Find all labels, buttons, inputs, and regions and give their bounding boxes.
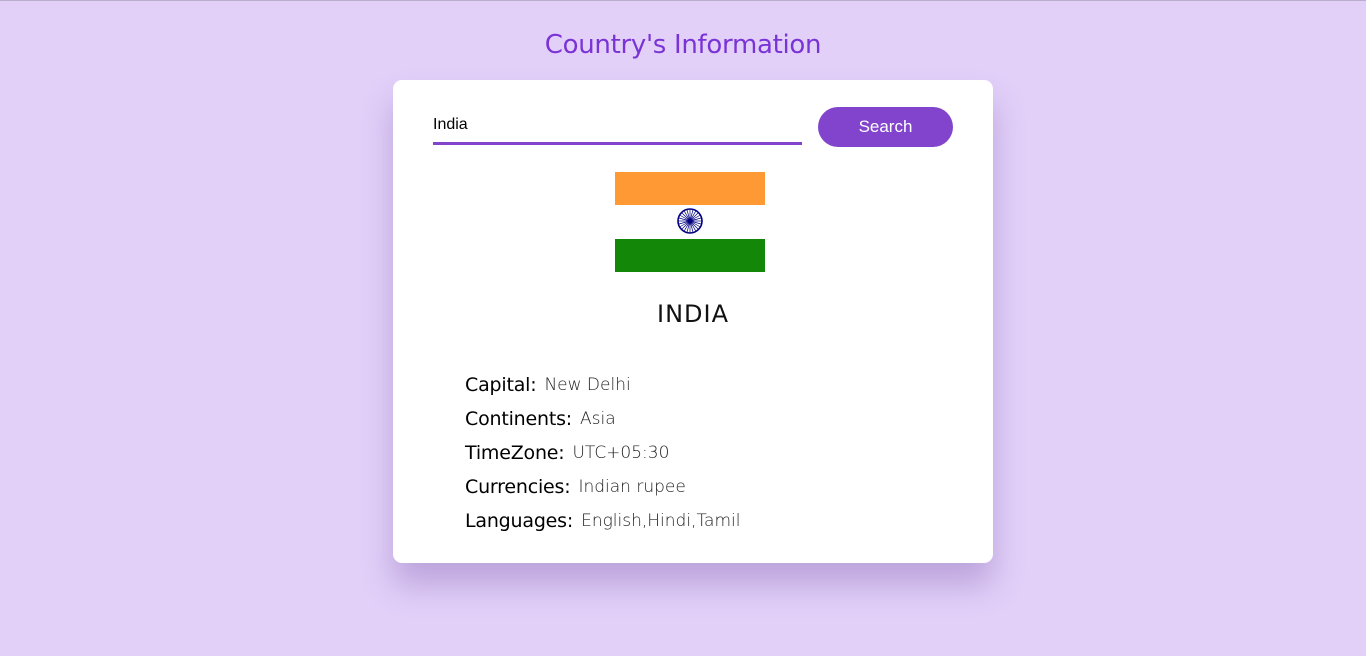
detail-row-timezone: TimeZone: UTC+05:30 [465,436,740,470]
detail-value: New Delhi [544,375,631,395]
search-button[interactable]: Search [818,107,953,147]
detail-row-continents: Continents: Asia [465,402,740,436]
detail-value: English,Hindi,Tamil [581,511,741,531]
flag-white-band [615,205,765,239]
detail-value: Asia [580,409,616,429]
ashoka-chakra-icon [677,208,703,235]
detail-row-currencies: Currencies: Indian rupee [465,470,740,504]
flag-saffron-band [615,172,765,206]
country-info-card: Search INDIA Capital: New Delhi Continen… [393,80,993,563]
detail-label: TimeZone: [465,442,565,464]
country-search-input[interactable] [433,108,802,145]
detail-value: UTC+05:30 [572,443,670,463]
detail-label: Continents: [465,408,572,430]
india-flag-icon [615,172,765,272]
detail-label: Currencies: [465,476,571,498]
detail-row-capital: Capital: New Delhi [465,368,740,402]
detail-label: Capital: [465,374,537,396]
detail-value: Indian rupee [578,477,686,497]
country-details-list: Capital: New Delhi Continents: Asia Time… [465,368,740,538]
flag-green-band [615,238,765,272]
detail-label: Languages: [465,510,574,532]
detail-row-languages: Languages: English,Hindi,Tamil [465,504,740,538]
country-name: INDIA [656,300,729,328]
page-title: Country's Information [544,30,822,60]
